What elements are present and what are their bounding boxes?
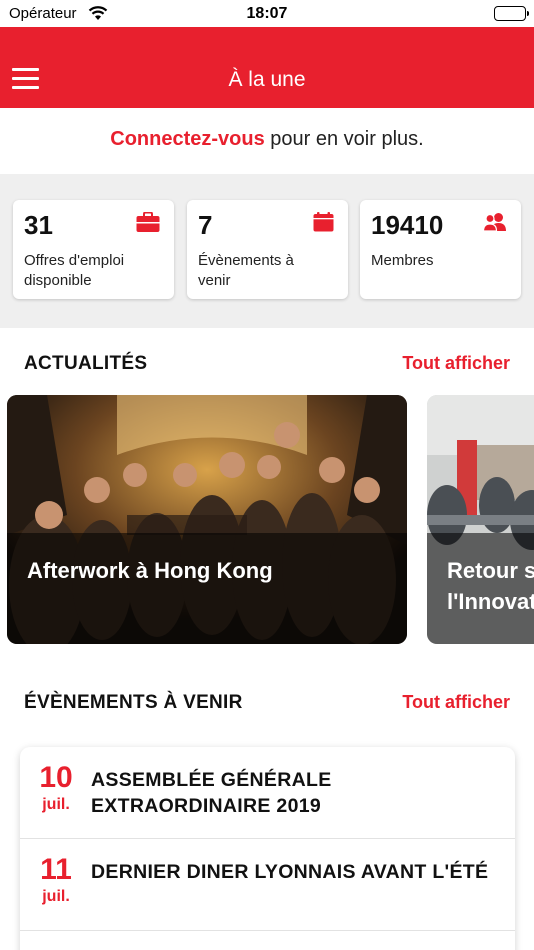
stat-value: 7 bbox=[198, 210, 213, 240]
news-carousel[interactable]: Afterwork à Hong Kong Retour sur l'Innov… bbox=[0, 395, 534, 645]
event-item[interactable]: 10 juil. ASSEMBLÉE GÉNÉRALE EXTRAORDINAI… bbox=[20, 747, 515, 839]
users-icon bbox=[482, 212, 507, 237]
event-item[interactable]: 11 juil. DERNIER DINER LYONNAIS AVANT L'… bbox=[20, 839, 515, 931]
calendar-icon bbox=[313, 212, 334, 237]
page-title: À la une bbox=[228, 68, 306, 91]
stat-value: 19410 bbox=[371, 210, 444, 240]
status-bar: Opérateur 18:07 bbox=[0, 0, 534, 27]
event-title: DERNIER DINER LYONNAIS AVANT L'ÉTÉ bbox=[91, 861, 489, 883]
events-section-header: ÉVÈNEMENTS À VENIR Tout afficher bbox=[0, 688, 534, 718]
stat-card-jobs[interactable]: 31 Offres d'emploi disponible bbox=[13, 200, 174, 299]
login-prompt: Connectez-vous pour en voir plus. bbox=[0, 108, 534, 174]
news-section-title: ACTUALITÉS bbox=[24, 353, 148, 374]
news-card[interactable]: Afterwork à Hong Kong bbox=[7, 395, 407, 644]
news-caption: Retour sur l'Innovation bbox=[447, 558, 534, 614]
stat-label: Offres d'emploi disponible bbox=[24, 252, 125, 289]
event-title: ASSEMBLÉE GÉNÉRALE EXTRAORDINAIRE 2019 bbox=[91, 769, 332, 817]
event-day: 10 bbox=[39, 761, 73, 794]
login-link[interactable]: Connectez-vous bbox=[110, 128, 264, 150]
events-section-title: ÉVÈNEMENTS À VENIR bbox=[24, 692, 243, 713]
news-caption-band bbox=[7, 533, 407, 644]
battery-icon bbox=[494, 6, 529, 21]
stats-section: 31 Offres d'emploi disponible 7 Évènemen… bbox=[0, 174, 534, 328]
event-day: 11 bbox=[40, 853, 72, 886]
news-caption: Afterwork à Hong Kong bbox=[27, 558, 273, 583]
stat-card-events[interactable]: 7 Évènements à venir bbox=[187, 200, 348, 299]
login-prompt-text: pour en voir plus. bbox=[264, 128, 424, 150]
event-month: juil. bbox=[42, 796, 70, 813]
clock: 18:07 bbox=[246, 5, 288, 22]
news-card[interactable]: Retour sur l'Innovation bbox=[427, 395, 534, 644]
stat-value: 31 bbox=[24, 210, 53, 240]
news-see-all-link[interactable]: Tout afficher bbox=[402, 353, 510, 374]
stat-label: Membres bbox=[371, 252, 434, 269]
events-list: 10 juil. ASSEMBLÉE GÉNÉRALE EXTRAORDINAI… bbox=[20, 747, 515, 950]
stat-label: Évènements à venir bbox=[198, 252, 294, 289]
news-section-header: ACTUALITÉS Tout afficher bbox=[0, 349, 534, 379]
events-see-all-link[interactable]: Tout afficher bbox=[402, 692, 510, 713]
navigation-bar: À la une bbox=[0, 27, 534, 108]
stat-card-members[interactable]: 19410 Membres bbox=[360, 200, 521, 299]
event-month: juil. bbox=[42, 888, 70, 905]
briefcase-icon bbox=[136, 211, 160, 238]
